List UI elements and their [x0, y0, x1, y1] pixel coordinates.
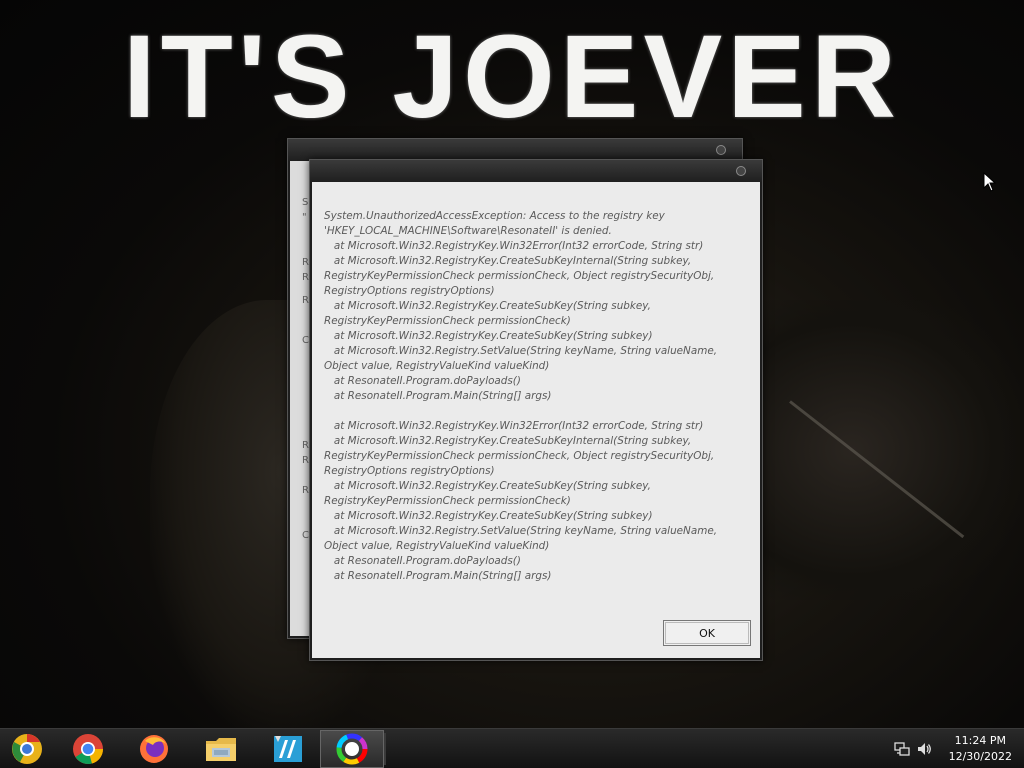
system-tray: 11:24 PM 12/30/2022 [884, 729, 1024, 768]
obscured-text: S " R R R C R R R C [302, 181, 309, 543]
dialog-content: System.UnauthorizedAccessException: Acce… [312, 182, 760, 658]
clock-time: 11:24 PM [954, 734, 1006, 747]
obscured-line: S [302, 197, 309, 208]
dialog-titlebar[interactable] [310, 160, 762, 182]
desktop[interactable]: IT'S JOEVER S " R R R C R R R C System.U… [0, 0, 1024, 728]
obscured-line: R [302, 455, 309, 466]
chrome-canary-icon [12, 734, 42, 764]
error-dialog[interactable]: System.UnauthorizedAccessException: Acce… [309, 159, 763, 661]
obscured-line: " [302, 212, 307, 223]
obscured-line: R [302, 257, 309, 268]
taskbar-app-resonate[interactable] [320, 730, 384, 768]
color-wheel-icon [336, 733, 368, 765]
mouse-cursor-icon [983, 172, 997, 192]
clock[interactable]: 11:24 PM 12/30/2022 [949, 733, 1012, 765]
network-icon[interactable] [894, 741, 910, 757]
obscured-line: R [302, 272, 309, 283]
error-message: System.UnauthorizedAccessException: Acce… [324, 210, 718, 582]
obscured-line: R [302, 485, 309, 496]
window-titlebar[interactable] [288, 139, 742, 161]
obscured-line: R [302, 440, 309, 451]
firefox-icon [140, 735, 168, 763]
ok-button[interactable]: OK [663, 620, 751, 646]
video-editor-icon [274, 736, 302, 762]
taskbar-app-chrome-canary[interactable] [0, 730, 59, 768]
volume-icon[interactable] [916, 741, 932, 757]
obscured-line: C [302, 530, 309, 541]
file-explorer-icon [206, 738, 236, 761]
taskbar-app-file-explorer[interactable] [189, 730, 253, 768]
clock-date: 12/30/2022 [948, 750, 1012, 763]
obscured-line: R [302, 295, 309, 306]
obscured-line: C [302, 335, 309, 346]
wallpaper-object [740, 300, 1020, 600]
taskbar-app-video-editor[interactable] [256, 730, 320, 768]
close-icon[interactable] [716, 145, 726, 155]
chrome-icon [73, 734, 104, 764]
taskbar-separator [384, 733, 386, 765]
taskbar: 11:24 PM 12/30/2022 [0, 728, 1024, 768]
wallpaper-title: IT'S JOEVER [122, 11, 902, 143]
taskbar-app-firefox[interactable] [122, 730, 186, 768]
taskbar-app-chrome[interactable] [56, 730, 120, 768]
close-icon[interactable] [736, 166, 746, 176]
